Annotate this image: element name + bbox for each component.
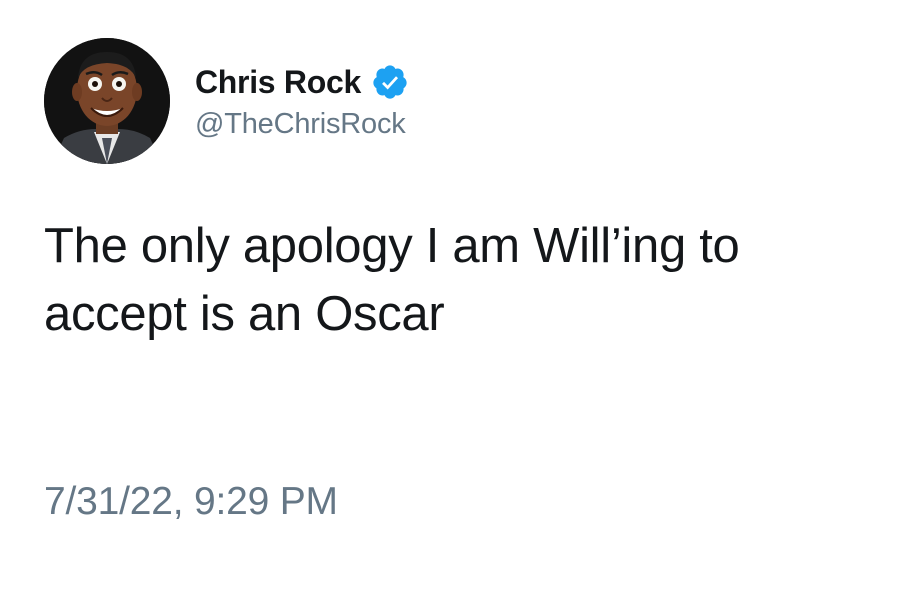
verified-badge-icon xyxy=(371,63,409,101)
author-info: Chris Rock @TheChrisRock xyxy=(195,62,409,141)
name-row: Chris Rock xyxy=(195,62,409,102)
user-handle[interactable]: @TheChrisRock xyxy=(195,108,409,141)
avatar[interactable] xyxy=(44,38,170,164)
tweet-timestamp[interactable]: 7/31/22, 9:29 PM xyxy=(44,480,338,524)
tweet-text: The only apology I am Will’ing to accept… xyxy=(44,212,884,348)
tweet-text-line: The only apology I am Will’ing to xyxy=(44,219,740,273)
display-name[interactable]: Chris Rock xyxy=(195,64,361,101)
tweet-text-line: accept is an Oscar xyxy=(44,287,445,341)
profile-avatar-icon xyxy=(44,38,170,164)
tweet-card: Chris Rock @TheChrisRock The only apolog… xyxy=(0,0,916,616)
